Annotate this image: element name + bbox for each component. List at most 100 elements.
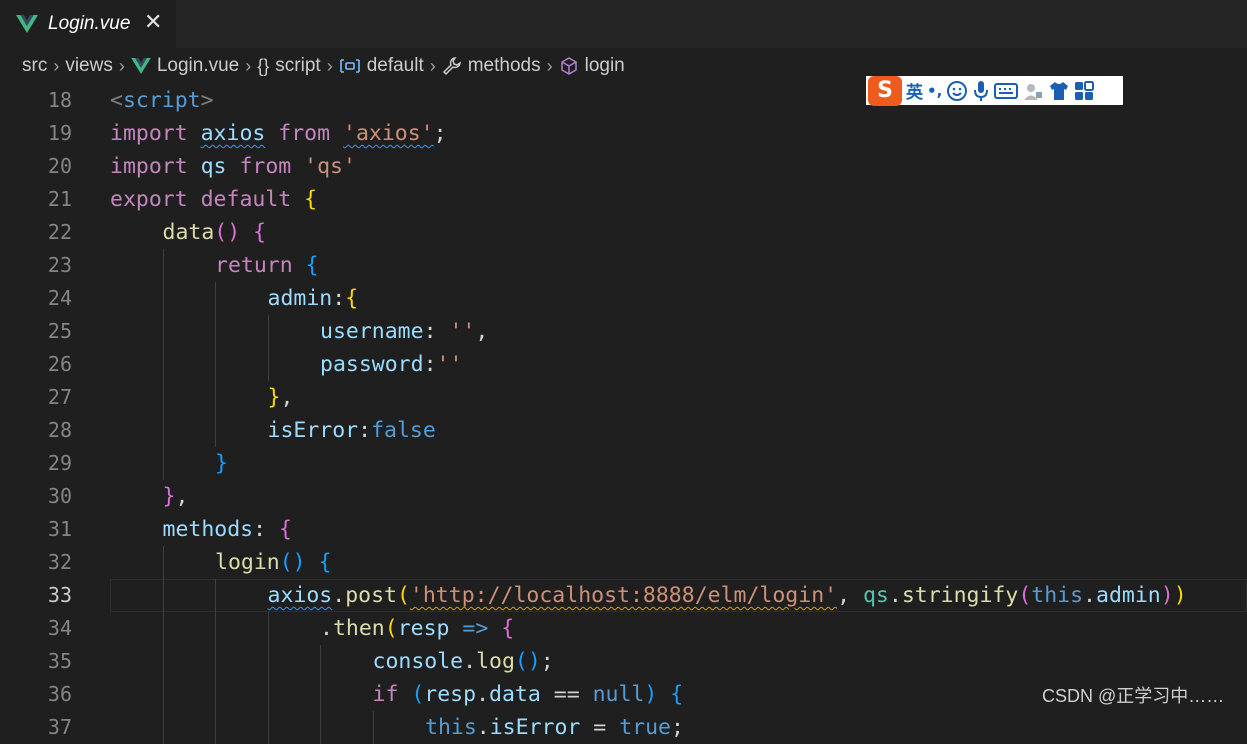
sogou-logo-icon[interactable]: S — [868, 75, 902, 106]
code-token: qs — [862, 583, 889, 608]
code-line[interactable]: 23 return { — [0, 249, 1247, 282]
indent-guide — [215, 315, 216, 348]
breadcrumb-item-login-vue[interactable]: Login.vue — [131, 55, 239, 77]
ime-toolbar: S 英 •, — [866, 75, 1123, 106]
code-token: qs — [200, 154, 227, 179]
code-line[interactable]: 20 import qs from 'qs' — [0, 150, 1247, 183]
indent-guide — [162, 381, 164, 414]
code-token: '' — [449, 319, 476, 344]
code-token: isError — [489, 715, 581, 740]
code-token: { — [253, 220, 267, 245]
code-line[interactable]: 27}, — [0, 381, 1247, 414]
code-token: from — [226, 154, 305, 179]
microphone-icon[interactable] — [972, 80, 990, 102]
code-token: import — [110, 154, 201, 179]
indent-guide — [162, 249, 164, 282]
indent-guide — [162, 612, 164, 645]
code-token: { — [279, 517, 292, 542]
indent-guide — [162, 645, 164, 678]
line-number: 29 — [47, 451, 72, 475]
code-token: () — [279, 550, 306, 575]
keyboard-icon[interactable] — [994, 82, 1019, 100]
code-token: data — [489, 682, 541, 707]
code-text: .then(resp => { — [320, 612, 514, 645]
code-line[interactable]: 30}, — [0, 480, 1247, 513]
breadcrumb-item-default[interactable]: default — [339, 55, 424, 77]
chevron-right-icon: › — [245, 55, 252, 76]
code-editor[interactable]: 18 <script> 19 import axios from 'axios'; 20… — [0, 84, 1247, 744]
breadcrumb-item-login[interactable]: login — [559, 55, 625, 77]
indent-guide — [215, 579, 216, 612]
user-icon[interactable] — [1022, 80, 1044, 102]
line-number: 31 — [47, 517, 72, 541]
line-number: 37 — [47, 715, 72, 739]
indent-guide — [162, 414, 164, 447]
indent-guide — [215, 612, 216, 645]
code-text: this.isError = true; — [425, 711, 684, 744]
line-number: 35 — [47, 649, 72, 673]
code-line[interactable]: 24 admin:{ — [0, 282, 1247, 315]
code-line[interactable]: 34 .then(resp => { — [0, 612, 1247, 645]
grid-icon[interactable] — [1074, 80, 1095, 101]
code-text: <script> — [110, 84, 214, 117]
code-token: admin — [267, 286, 333, 311]
breadcrumb-item-methods[interactable]: methods — [442, 55, 541, 77]
indent-guide — [162, 315, 164, 348]
editor-tab-bar: Login.vue ✕ — [0, 0, 1247, 48]
shirt-icon[interactable] — [1048, 80, 1070, 102]
code-token: methods — [162, 517, 254, 542]
close-icon[interactable]: ✕ — [144, 10, 162, 35]
code-token: , — [175, 484, 189, 509]
code-line[interactable]: 29} — [0, 447, 1247, 480]
code-token: . — [332, 583, 346, 608]
code-line[interactable]: 21 export default { — [0, 183, 1247, 216]
indent-guide — [162, 678, 164, 711]
code-text: }, — [268, 381, 294, 414]
code-line[interactable]: 35 console.log(); — [0, 645, 1247, 678]
code-token: data — [162, 220, 215, 245]
code-line[interactable]: 26 password:'' — [0, 348, 1247, 381]
code-token: isError — [267, 418, 359, 443]
code-line[interactable]: 22 data() { — [0, 216, 1247, 249]
cube-icon — [560, 57, 577, 75]
line-number: 33 — [47, 583, 72, 607]
ime-mode-toggle[interactable]: 英 — [906, 78, 923, 103]
breadcrumb-item-views[interactable]: views — [65, 55, 113, 77]
code-token: ) — [1160, 583, 1174, 608]
code-line[interactable]: 31 methods: { — [0, 513, 1247, 546]
code-text: axios.post('http://localhost:8888/elm/lo… — [268, 579, 1187, 612]
code-token: > — [200, 88, 214, 113]
breadcrumb-item-src[interactable]: src — [22, 55, 47, 77]
code-line[interactable]: 37 this.isError = true; — [0, 711, 1247, 744]
code-token: , — [280, 385, 294, 410]
code-token: ; — [433, 121, 447, 146]
code-token: { — [305, 253, 319, 278]
indent-guide — [162, 579, 164, 612]
code-token: console — [372, 649, 464, 674]
code-token: : — [253, 517, 279, 542]
code-token: } — [267, 385, 281, 410]
code-line[interactable]: 25 username: '', — [0, 315, 1247, 348]
line-number: 18 — [47, 88, 72, 112]
code-token: if — [372, 682, 412, 707]
code-line[interactable]: 32 login() { — [0, 546, 1247, 579]
tab-login-vue[interactable]: Login.vue ✕ — [0, 0, 176, 48]
code-token: == — [540, 682, 593, 707]
breadcrumb-item-script[interactable]: {} script — [257, 55, 320, 77]
code-line[interactable]: 33 axios.post('http://localhost:8888/elm/… — [0, 579, 1247, 612]
code-line[interactable]: 19 import axios from 'axios'; — [0, 117, 1247, 150]
code-token: password — [320, 352, 424, 377]
code-token: } — [162, 484, 176, 509]
code-text: export default { — [110, 183, 317, 216]
ime-punct-toggle[interactable]: •, — [927, 82, 942, 100]
code-token: this — [425, 715, 477, 740]
code-token: this — [1031, 583, 1084, 608]
code-token: < — [110, 88, 123, 113]
indent-guide — [162, 348, 164, 381]
smiley-icon[interactable] — [946, 80, 968, 102]
code-token: . — [320, 616, 333, 641]
code-token: from — [265, 121, 344, 146]
code-line[interactable]: 28 isError:false — [0, 414, 1247, 447]
code-token: : — [358, 418, 372, 443]
code-token: . — [888, 583, 902, 608]
